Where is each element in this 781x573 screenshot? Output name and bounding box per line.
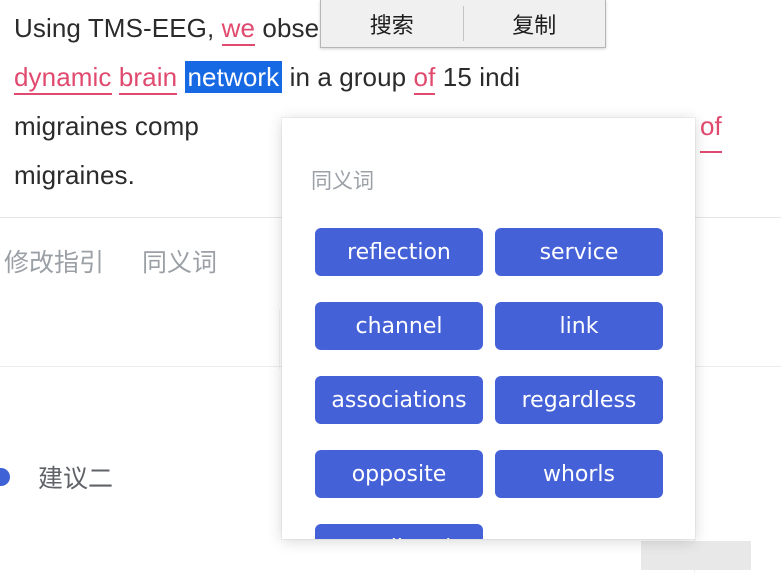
suggestion-word-of[interactable]: of — [413, 62, 436, 95]
app-root: Using TMS-EEG, we observed alterations i… — [0, 0, 781, 573]
text-run: Using TMS-EEG, — [14, 13, 222, 43]
selected-word-network[interactable]: network — [184, 61, 283, 93]
document-line-2: dynamic brain network in a group of 15 i… — [14, 53, 781, 102]
synonym-chip-reflection[interactable]: reflection — [315, 228, 483, 276]
text-space — [112, 62, 119, 92]
suggestion-word-brain[interactable]: brain — [118, 62, 178, 95]
suggestion-label: 建议二 — [38, 464, 114, 493]
synonym-chip-regardless[interactable]: regardless — [495, 376, 663, 424]
synonyms-popup: 同义词 reflection service channel link asso… — [282, 118, 695, 539]
suggestion-word-we[interactable]: we — [221, 13, 256, 46]
synonym-chip-channel[interactable]: channel — [315, 302, 483, 350]
synonym-chip-opposite[interactable]: opposite — [315, 450, 483, 498]
synonyms-popup-title: 同义词 — [311, 169, 374, 193]
text-run: migraines. — [14, 160, 135, 190]
text-run: migraines comp — [14, 111, 199, 141]
suggestion-word-of-line3[interactable]: of — [700, 102, 722, 153]
tab-list: 修改指引 同义词 — [4, 243, 217, 279]
suggestion-word-dynamic[interactable]: dynamic — [14, 62, 112, 95]
synonym-chip-predicted[interactable]: predicted — [315, 524, 483, 539]
context-menu-item-copy[interactable]: 复制 — [464, 0, 606, 47]
tab-revision-guide[interactable]: 修改指引 — [4, 243, 104, 279]
placeholder-block — [641, 541, 751, 570]
text-run: in a group — [282, 62, 414, 92]
synonym-chip-link[interactable]: link — [495, 302, 663, 350]
synonyms-grid: reflection service channel link associat… — [315, 228, 695, 539]
text-space — [177, 62, 184, 92]
context-menu: 搜索 复制 — [320, 0, 606, 48]
synonym-chip-service[interactable]: service — [495, 228, 663, 276]
context-menu-item-search[interactable]: 搜索 — [321, 0, 463, 47]
suggestion-row[interactable]: 建议二 — [0, 452, 320, 502]
synonym-chip-associations[interactable]: associations — [315, 376, 483, 424]
synonym-chip-whorls[interactable]: whorls — [495, 450, 663, 498]
tab-synonyms[interactable]: 同义词 — [142, 243, 217, 279]
text-run: 15 indi — [435, 62, 521, 92]
dot-icon — [0, 468, 10, 486]
